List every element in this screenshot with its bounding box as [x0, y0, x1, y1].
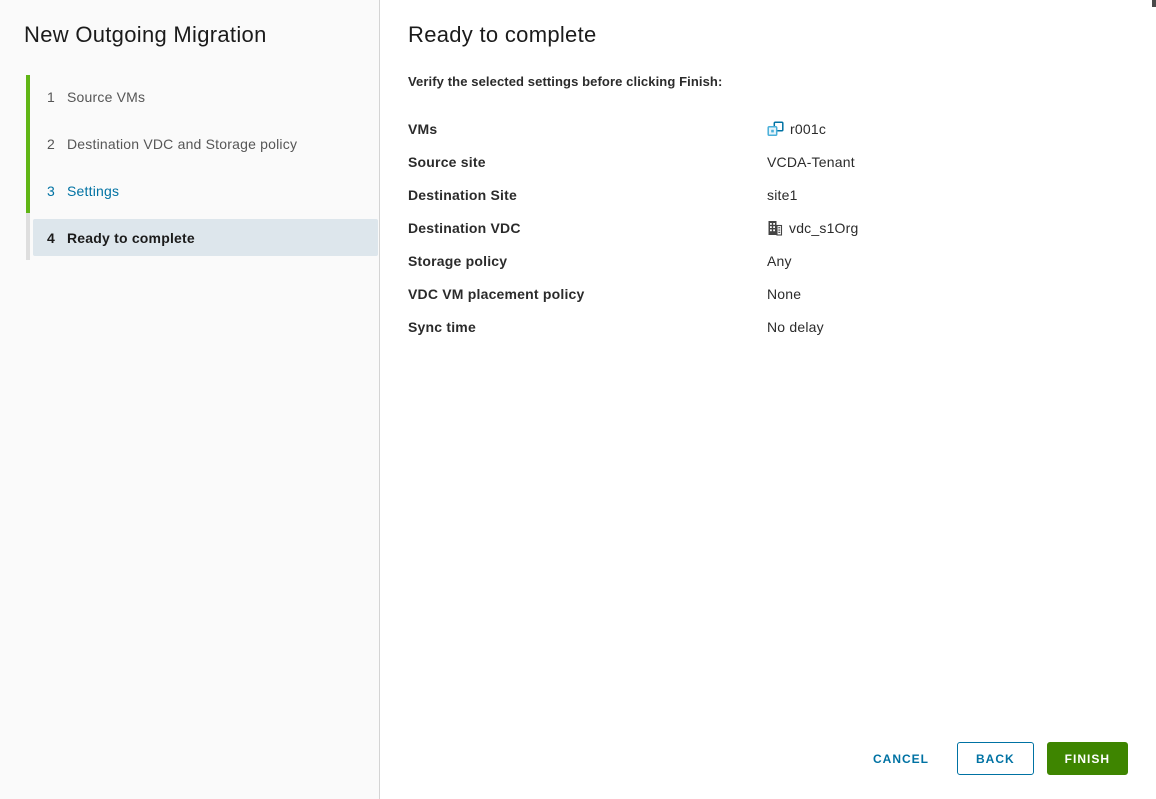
- building-icon: [767, 220, 783, 236]
- step-number: 1: [47, 88, 55, 105]
- summary-row-vms: VMs r001c: [408, 112, 1108, 145]
- vm-icon: [767, 120, 784, 137]
- row-value-text: vdc_s1Org: [789, 219, 859, 236]
- step-label: Source VMs: [67, 88, 146, 105]
- step-settings[interactable]: 3 Settings: [0, 167, 380, 214]
- step-label: Destination VDC and Storage policy: [67, 135, 298, 152]
- row-value-text: site1: [767, 186, 798, 203]
- wizard-footer-actions: CANCEL BACK FINISH: [859, 742, 1128, 775]
- verify-instruction-text: Verify the selected settings before clic…: [408, 74, 723, 89]
- row-value: vdc_s1Org: [767, 220, 859, 236]
- wizard-sidebar: New Outgoing Migration 1 Source VMs 2 De…: [0, 0, 380, 799]
- row-label: VDC VM placement policy: [408, 285, 585, 302]
- summary-row-vdc-vm-placement-policy: VDC VM placement policy None: [408, 277, 1108, 310]
- row-value-text: No delay: [767, 318, 824, 335]
- step-label: Settings: [67, 182, 120, 199]
- step-number: 2: [47, 135, 55, 152]
- row-value: None: [767, 286, 801, 302]
- row-value: r001c: [767, 121, 826, 137]
- wizard-content: Ready to complete Verify the selected se…: [381, 0, 1156, 799]
- row-label: VMs: [408, 120, 438, 137]
- summary-row-storage-policy: Storage policy Any: [408, 244, 1108, 277]
- row-value: Any: [767, 253, 792, 269]
- page-title: Ready to complete: [408, 22, 597, 47]
- back-button[interactable]: BACK: [956, 742, 1034, 775]
- progress-bar-remaining: [26, 213, 30, 260]
- row-label: Source site: [408, 153, 486, 170]
- finish-button[interactable]: FINISH: [1046, 742, 1128, 775]
- row-value-text: Any: [767, 252, 792, 269]
- row-value: site1: [767, 187, 798, 203]
- row-value-text: None: [767, 285, 802, 302]
- cancel-button[interactable]: CANCEL: [859, 742, 943, 775]
- row-value-text: r001c: [790, 120, 827, 137]
- wizard-step-list: 1 Source VMs 2 Destination VDC and Stora…: [0, 73, 380, 261]
- row-label: Sync time: [408, 318, 476, 335]
- row-label: Destination Site: [408, 186, 517, 203]
- summary-row-sync-time: Sync time No delay: [408, 310, 1108, 343]
- new-outgoing-migration-wizard: New Outgoing Migration 1 Source VMs 2 De…: [0, 0, 1156, 799]
- row-label: Storage policy: [408, 252, 508, 269]
- row-value: VCDA-Tenant: [767, 154, 855, 170]
- wizard-title: New Outgoing Migration: [24, 22, 267, 47]
- step-ready-to-complete[interactable]: 4 Ready to complete: [33, 219, 378, 256]
- step-label: Ready to complete: [67, 229, 195, 246]
- summary-row-source-site: Source site VCDA-Tenant: [408, 145, 1108, 178]
- step-destination-vdc-and-storage-policy: 2 Destination VDC and Storage policy: [0, 120, 380, 167]
- row-value: No delay: [767, 319, 824, 335]
- scrollbar-fragment: [1152, 0, 1156, 7]
- step-number: 4: [47, 229, 55, 246]
- row-value-text: VCDA-Tenant: [767, 153, 855, 170]
- row-label: Destination VDC: [408, 219, 521, 236]
- summary-row-destination-site: Destination Site site1: [408, 178, 1108, 211]
- settings-summary-table: VMs r001c Source site VCDA-Tenant Destin…: [408, 112, 1108, 343]
- summary-row-destination-vdc: Destination VDC vdc_s1Org: [408, 211, 1108, 244]
- step-number: 3: [47, 182, 55, 199]
- step-source-vms: 1 Source VMs: [0, 73, 380, 120]
